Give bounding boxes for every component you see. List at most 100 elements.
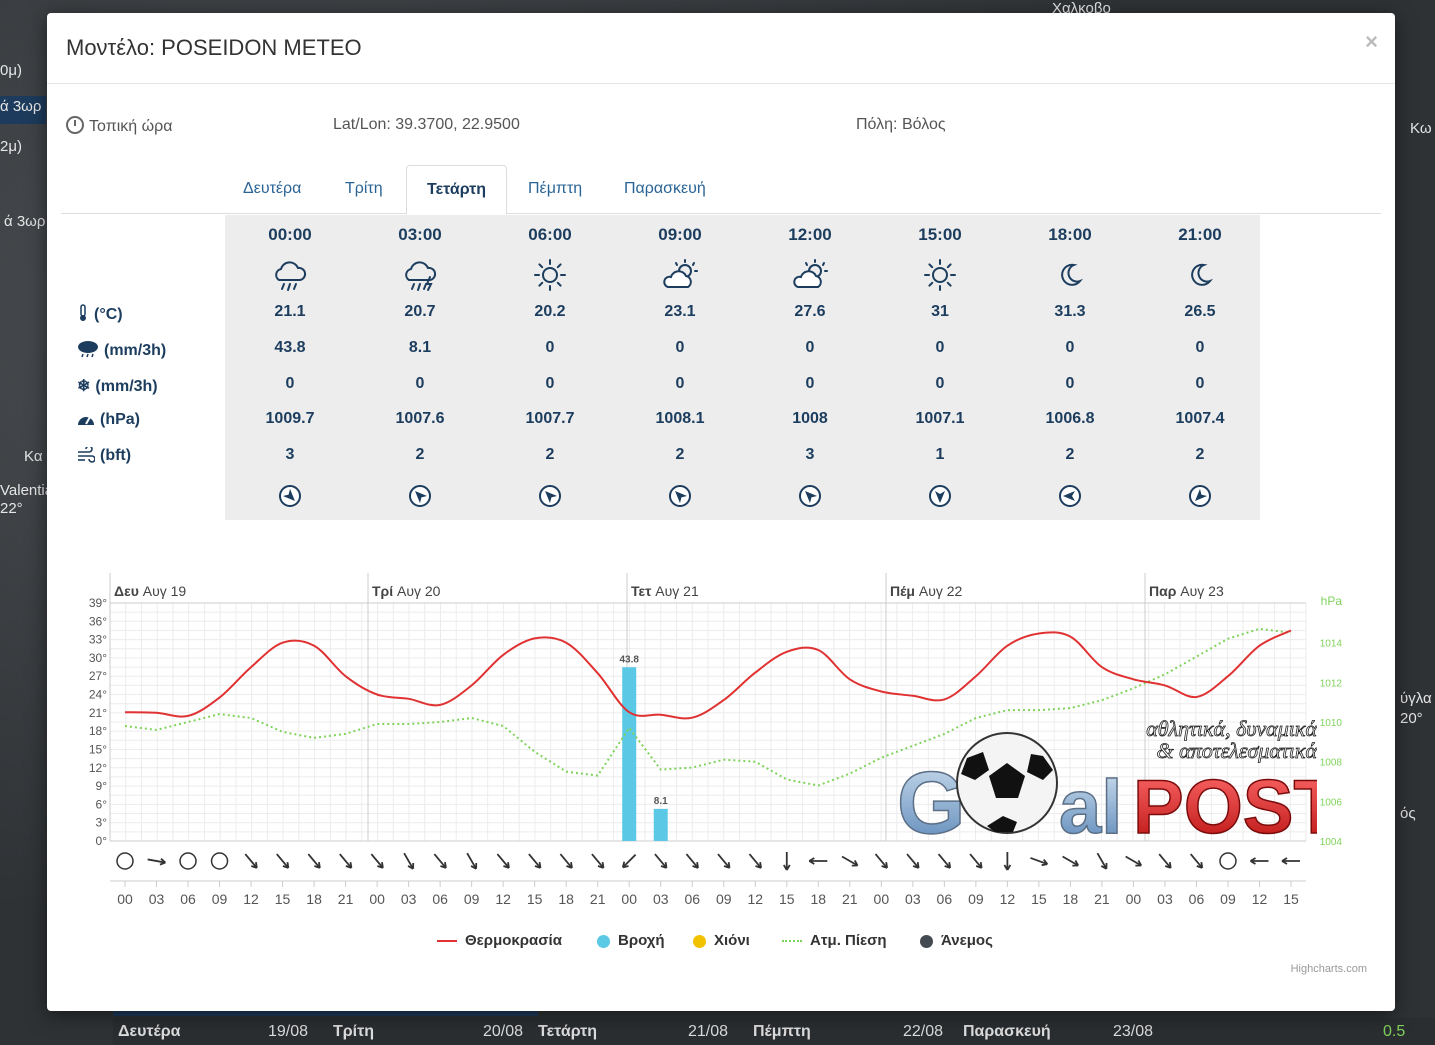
temperature-row-label: (°C) (77, 304, 123, 324)
x-tick-label: 15 (527, 891, 543, 907)
forecast-rain-value: 8.1 (408, 339, 432, 356)
forecast-pressure-value: 1007.6 (395, 410, 445, 427)
forecast-wind-value: 2 (1065, 446, 1075, 463)
x-tick-label: 12 (243, 891, 259, 907)
y-tick-label: 21° (89, 706, 107, 720)
forecast-pressure-value: 1008.1 (655, 410, 705, 427)
x-tick-label: 09 (968, 891, 984, 907)
x-tick-label: 09 (1220, 891, 1236, 907)
forecast-snow-value: 0 (1195, 375, 1205, 392)
legend-item[interactable]: Χιόνι (693, 932, 750, 949)
wind-arrow (496, 853, 510, 869)
moon-icon (1061, 263, 1083, 286)
wind-direction-icon (539, 485, 561, 507)
x-tick-label: 15 (1283, 891, 1299, 907)
legend-symbol (782, 940, 802, 943)
sun-cloud-icon (663, 259, 698, 288)
forecast-pressure-value: 1009.7 (265, 410, 315, 427)
rain-bar[interactable] (622, 667, 637, 841)
x-tick-label: 06 (180, 891, 196, 907)
forecast-time: 18:00 (1048, 225, 1092, 244)
y-tick-label: 18° (89, 724, 107, 738)
watermark-brand: POST (1133, 765, 1317, 850)
x-tick-label: 12 (1000, 891, 1016, 907)
wind-arrow (1250, 857, 1269, 865)
map-label: ός (1400, 805, 1416, 822)
wind-arrow (307, 853, 321, 869)
y-tick-label: 30° (89, 651, 107, 665)
moon-icon (1191, 263, 1213, 286)
timeline-day[interactable]: Τετάρτη (538, 1023, 597, 1041)
legend-label: Άνεμος (941, 932, 993, 949)
tab-wednesday[interactable]: Τετάρτη (406, 165, 508, 215)
forecast-rain-value: 0 (805, 339, 815, 356)
day-tabs: Δευτέρα Τρίτη Τετάρτη Πέμπτη Παρασκευή (61, 165, 1381, 215)
wind-arrow (528, 853, 542, 869)
close-button[interactable]: × (1365, 29, 1378, 55)
x-tick-label: 21 (338, 891, 354, 907)
y-tick-label: 36° (89, 614, 107, 628)
y-tick-label: 33° (89, 633, 107, 647)
wind-calm-marker (210, 852, 229, 870)
x-tick-label: 12 (747, 891, 763, 907)
y-tick-label: 39° (89, 596, 107, 610)
forecast-pressure-value: 1008 (792, 410, 828, 427)
legend-symbol (920, 934, 933, 948)
forecast-wind-value: 2 (415, 446, 425, 463)
x-tick-label: 18 (811, 891, 827, 907)
timeline-date: 23/08 (1113, 1023, 1154, 1040)
forecast-temp-value: 26.5 (1184, 303, 1216, 320)
local-time: Τοπική ώρα (66, 116, 172, 136)
wind-direction-icon (799, 485, 821, 507)
forecast-rain-value: 0 (1065, 339, 1075, 356)
timeline-day[interactable]: Δευτέρα (118, 1023, 181, 1041)
forecast-rain-value: 0 (545, 339, 555, 356)
wind-arrow (783, 852, 791, 871)
tab-thursday[interactable]: Πέμπτη (508, 165, 602, 213)
x-tick-label: 15 (275, 891, 291, 907)
wind-arrow (621, 853, 637, 869)
day-label: Δευ Αυγ 19 (114, 583, 186, 599)
x-tick-label: 03 (653, 891, 669, 907)
rain-bar[interactable] (653, 808, 668, 841)
map-label: 0μ) (0, 62, 22, 79)
forecast-wind-value: 2 (675, 446, 685, 463)
legend-item[interactable]: Ατμ. Πίεση (782, 932, 887, 949)
legend-item[interactable]: Βροχή (597, 932, 665, 949)
modal-title: Μοντέλο: POSEIDON METEO (66, 35, 362, 60)
y-tick-label: 27° (89, 669, 107, 683)
y-right-tick-label: 1004 (1320, 837, 1343, 848)
day-label: Τετ Αυγ 21 (631, 583, 699, 599)
tab-monday[interactable]: Δευτέρα (223, 165, 321, 213)
map-legend-value: 0.5 (1383, 1023, 1406, 1040)
tab-friday[interactable]: Παρασκευή (604, 165, 726, 213)
x-tick-label: 21 (590, 891, 606, 907)
x-tick-label: 00 (117, 891, 133, 907)
timeline-bar[interactable]: Δευτέρα 19/08 Τρίτη 20/08 Τετάρτη 21/08 Πέμπτη… (113, 1018, 1435, 1045)
y-right-tick-label: 1014 (1320, 639, 1343, 650)
forecast-time: 00:00 (268, 225, 312, 244)
tab-tuesday[interactable]: Τρίτη (325, 165, 403, 213)
wind-arrow (244, 853, 258, 869)
forecast-temp-value: 21.1 (274, 303, 306, 320)
chart-credits[interactable]: Highcharts.com (1291, 963, 1367, 975)
forecast-wind-value: 3 (285, 446, 295, 463)
sun-cloud-icon (793, 259, 828, 288)
wind-direction-icon (929, 485, 951, 507)
y-tick-label: 12° (89, 761, 107, 775)
x-tick-label: 09 (212, 891, 228, 907)
rain-bar-label: 8.1 (654, 796, 668, 807)
timeline-day[interactable]: Πέμπτη (753, 1023, 811, 1041)
wind-arrow (591, 853, 605, 869)
legend-item[interactable]: Θερμοκρασία (437, 932, 562, 949)
x-tick-label: 03 (1157, 891, 1173, 907)
legend-item[interactable]: Άνεμος (920, 932, 993, 949)
x-tick-label: 06 (684, 891, 700, 907)
timeline-day[interactable]: Τρίτη (333, 1023, 374, 1041)
timeline-day[interactable]: Παρασκευή (963, 1023, 1051, 1041)
forecast-time: 03:00 (398, 225, 442, 244)
x-tick-label: 03 (905, 891, 921, 907)
wind-arrow (276, 853, 290, 869)
forecast-temp-value: 20.7 (404, 303, 436, 320)
forecast-pressure-value: 1007.4 (1175, 410, 1225, 427)
